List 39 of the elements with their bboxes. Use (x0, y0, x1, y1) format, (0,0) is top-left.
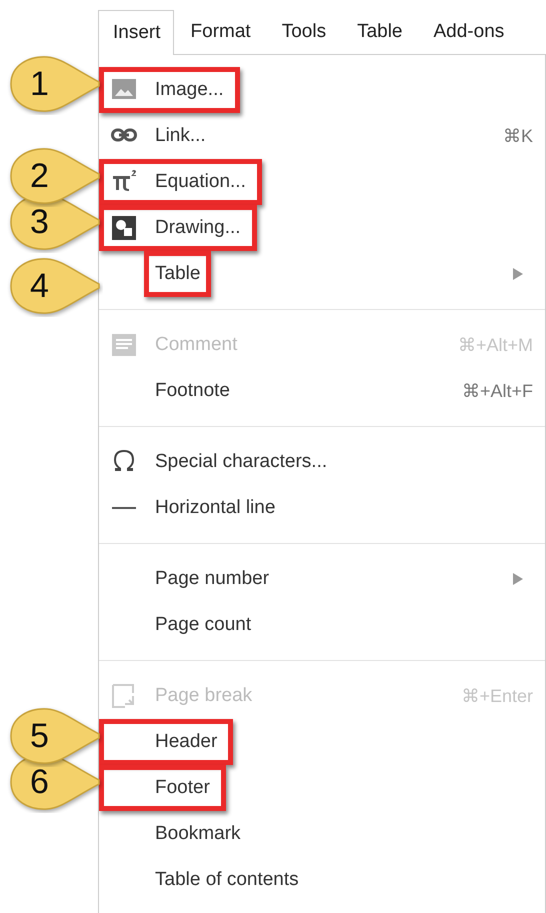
menu-item[interactable]: Equation... (99, 159, 545, 205)
menu-item-label: Image... (155, 78, 224, 102)
menu-item-label: Table (155, 262, 200, 286)
menu-item[interactable]: Drawing... (99, 205, 545, 251)
menu-item-label: Page count (155, 612, 252, 637)
menu-item-label: Link... (155, 124, 206, 148)
menu-item[interactable]: Table (99, 251, 545, 297)
menu-item[interactable]: Table of contents (99, 857, 545, 903)
shortcut-label: ⌘+Enter (461, 684, 534, 708)
page-break-icon (111, 682, 137, 710)
menu-item-label: Comment (155, 332, 238, 357)
comment-icon (111, 331, 137, 359)
shortcut-label: ⌘+Alt+M (458, 334, 534, 356)
menu-item-label: Footnote (155, 378, 230, 403)
menu-item-label: Footer (155, 776, 210, 800)
menu-item[interactable]: Header (99, 719, 545, 765)
menu-item-label: Bookmark (155, 822, 241, 846)
menu-item-label: Equation... (155, 170, 246, 194)
menu-item-label: Page number (155, 566, 270, 591)
menu-item[interactable]: Horizontal line (99, 485, 545, 531)
horizontal-line-icon (111, 507, 137, 509)
menu-item-label: Page break (155, 684, 252, 708)
menu-item[interactable]: Link... ⌘K (99, 113, 545, 159)
menu-tab[interactable]: Insert (98, 10, 174, 55)
shortcut-label: ⌘+Alt+F (462, 380, 534, 402)
menu-item[interactable]: Bookmark (99, 811, 545, 857)
menu-item[interactable]: Page count (99, 602, 545, 648)
menu-item[interactable]: Page number (99, 556, 545, 602)
drawing-icon (111, 214, 137, 242)
menu-item-label: Horizontal line (155, 496, 276, 520)
menu-item[interactable]: Image... (99, 67, 545, 113)
menu-item[interactable]: Special characters... (99, 439, 545, 485)
menu-item-label: Special characters... (155, 450, 328, 474)
menu-item[interactable]: Footer (99, 765, 545, 811)
menu-item[interactable]: Footnote ⌘+Alt+F (99, 368, 545, 414)
menu-item-label: Header (155, 730, 218, 754)
shortcut-label: ⌘K (502, 124, 534, 148)
menu-item-label: Drawing... (155, 216, 241, 240)
menu-item-label: Table of contents (155, 868, 299, 892)
